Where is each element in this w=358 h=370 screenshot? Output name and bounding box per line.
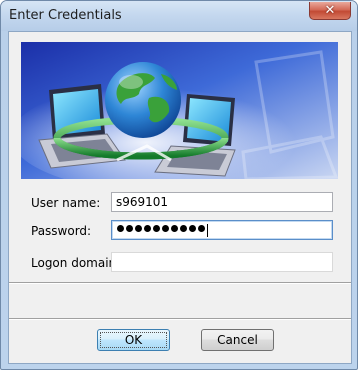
ok-button[interactable]: OK xyxy=(97,329,170,351)
password-dot xyxy=(198,225,205,232)
focus-rectangle xyxy=(100,332,167,348)
separator-top xyxy=(9,282,351,284)
cancel-button[interactable]: Cancel xyxy=(201,329,274,351)
password-dot xyxy=(162,225,169,232)
password-dot xyxy=(180,225,187,232)
close-button[interactable]: ✕ xyxy=(309,2,351,20)
cancel-button-label: Cancel xyxy=(217,333,258,347)
password-dot xyxy=(135,225,142,232)
separator-bottom xyxy=(9,318,351,320)
password-dot xyxy=(144,225,151,232)
close-icon: ✕ xyxy=(324,3,336,18)
password-mask xyxy=(117,225,207,232)
credentials-dialog: Enter Credentials ✕ User name: s969101 P… xyxy=(0,0,358,370)
password-label: Password: xyxy=(31,224,92,238)
logon-domain-label: Logon domain: xyxy=(31,256,121,270)
network-globe-icon xyxy=(21,42,338,179)
text-caret xyxy=(207,224,208,237)
password-dot xyxy=(189,225,196,232)
password-dot xyxy=(171,225,178,232)
username-field[interactable]: s969101 xyxy=(111,192,333,212)
password-field[interactable] xyxy=(111,220,333,240)
window-title: Enter Credentials xyxy=(9,8,122,23)
logon-domain-field[interactable] xyxy=(111,252,333,272)
password-dot xyxy=(117,225,124,232)
password-dot xyxy=(126,225,133,232)
username-value: s969101 xyxy=(116,195,169,209)
dialog-client-area: User name: s969101 Password: Logon domai… xyxy=(8,31,352,364)
password-dot xyxy=(153,225,160,232)
username-label: User name: xyxy=(31,196,101,210)
title-bar[interactable]: Enter Credentials ✕ xyxy=(1,1,357,31)
network-banner-image xyxy=(21,42,338,179)
